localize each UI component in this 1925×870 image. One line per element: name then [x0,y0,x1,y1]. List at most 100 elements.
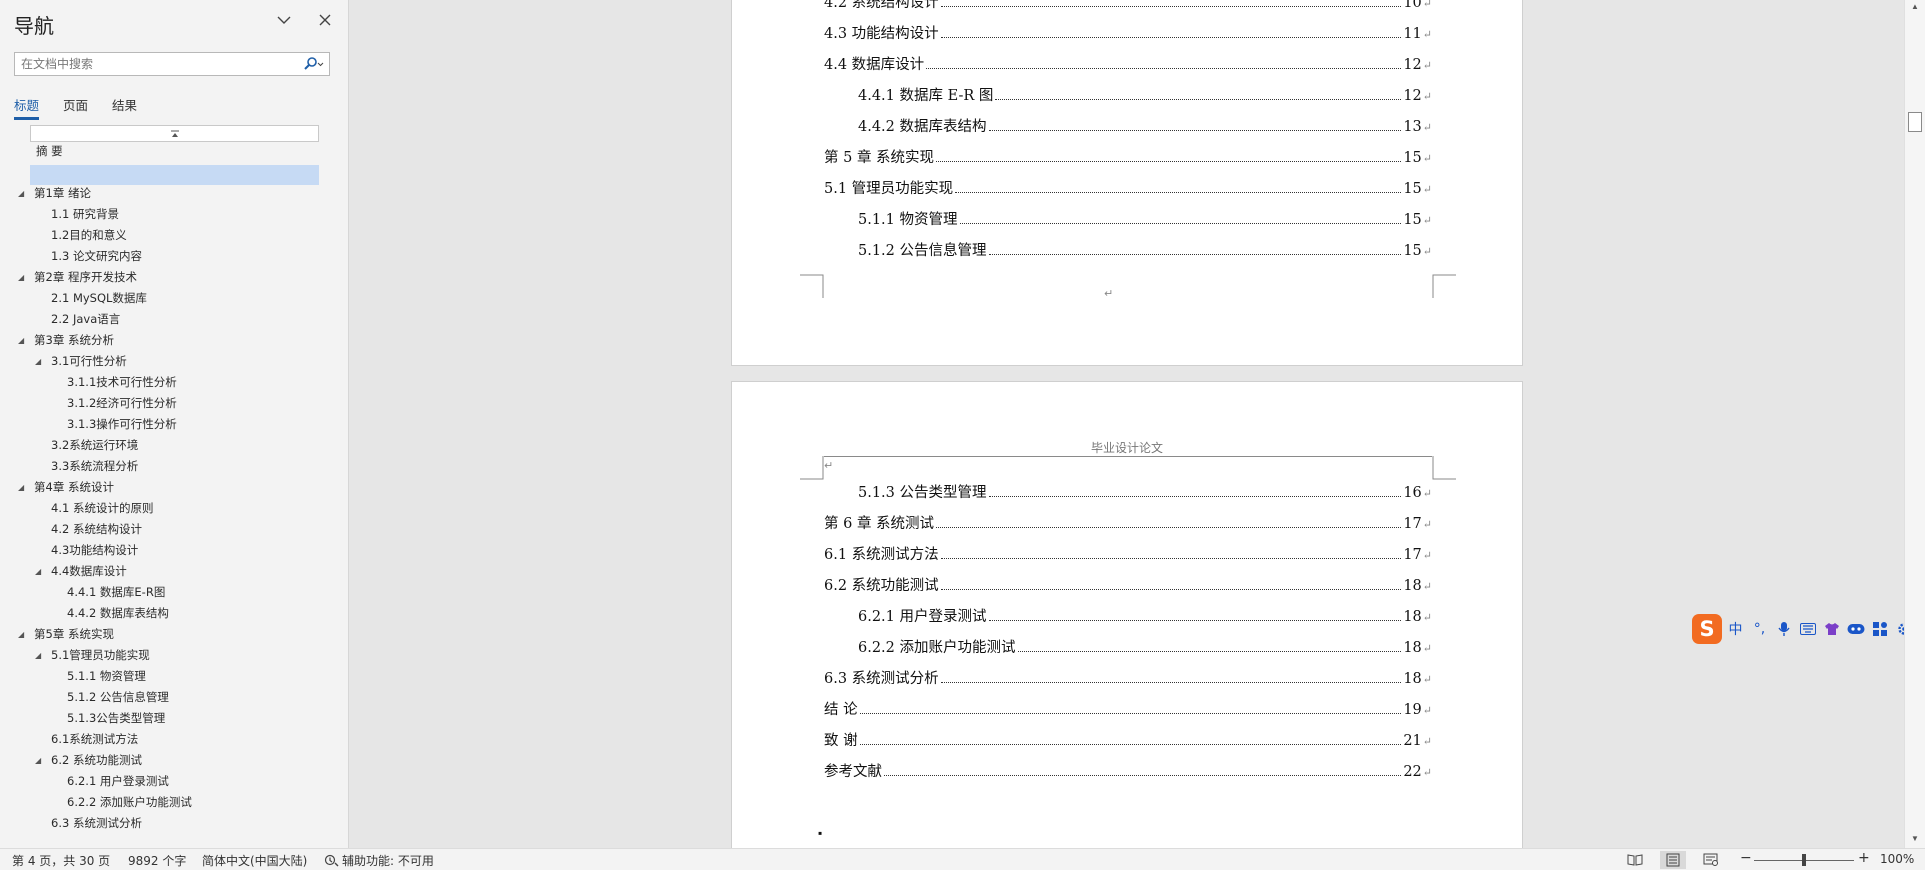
ime-punctuation[interactable]: °, [1749,618,1770,640]
expand-triangle-icon[interactable]: ◢ [18,273,28,282]
expand-triangle-icon[interactable]: ◢ [18,189,28,198]
search-input[interactable] [15,53,295,75]
collapse-up-icon [170,130,179,137]
scroll-up-icon[interactable]: ▲ [1911,2,1919,11]
toc-leader-dots [936,161,1402,162]
grid-icon[interactable] [1869,618,1890,640]
tree-item[interactable]: 4.2 系统结构设计 [0,519,348,539]
tree-item[interactable]: ◢ 第1章 绪论 [0,183,348,203]
tree-item[interactable]: 4.4.2 数据库表结构 [0,603,348,623]
paragraph-mark: ↵ [1422,152,1432,165]
expand-triangle-icon[interactable]: ◢ [18,483,28,492]
tree-item[interactable]: 摘 要 [0,141,348,161]
nav-search-box[interactable] [14,52,330,76]
toc-entry[interactable]: 4.3 功能结构设计 11 ↵ [824,22,1432,43]
shirt-icon[interactable] [1821,618,1842,640]
tree-item[interactable]: ◢ 第4章 系统设计 [0,477,348,497]
tree-item[interactable]: 2.2 Java语言 [0,309,348,329]
toc-entry[interactable]: 6.2.2 添加账户功能测试 18 ↵ [858,636,1432,657]
mic-icon[interactable] [1773,618,1794,640]
tree-item[interactable]: ◢ 6.2 系统功能测试 [0,750,348,770]
tree-item[interactable]: 1.3 论文研究内容 [0,246,348,266]
tab-pages[interactable]: 页面 [63,95,88,120]
print-layout-icon[interactable] [1660,851,1686,869]
toc-entry[interactable]: 5.1.2 公告信息管理 15 ↵ [858,239,1432,260]
chevron-down-icon[interactable] [273,9,295,31]
tree-item[interactable]: 6.2.2 添加账户功能测试 [0,792,348,812]
expand-triangle-icon[interactable]: ◢ [35,651,45,660]
tree-item-label: 4.4.2 数据库表结构 [67,606,169,620]
toc-entry-title: 6.2.1 用户登录测试 [858,609,987,625]
tree-item[interactable]: 5.1.1 物资管理 [0,666,348,686]
toc-entry[interactable]: 5.1 管理员功能实现 15 ↵ [824,177,1432,198]
word-count[interactable]: 9892 个字 [128,852,186,869]
vertical-scrollbar[interactable]: ▲ ▼ [1904,0,1925,848]
zoom-slider-thumb[interactable] [1802,854,1806,866]
tree-item[interactable]: 6.3 系统测试分析 [0,813,348,833]
expand-triangle-icon[interactable]: ◢ [35,567,45,576]
game-icon[interactable] [1845,618,1866,640]
tree-item[interactable]: 1.1 研究背景 [0,204,348,224]
tree-item-selected[interactable] [0,162,348,182]
tree-item[interactable]: ◢ 第2章 程序开发技术 [0,267,348,287]
toc-entry[interactable]: 4.4 数据库设计 12 ↵ [824,53,1432,74]
tree-item[interactable]: 6.2.1 用户登录测试 [0,771,348,791]
tree-item[interactable]: 4.1 系统设计的原则 [0,498,348,518]
tree-item[interactable]: 4.4.1 数据库E-R图 [0,582,348,602]
close-icon[interactable] [314,9,336,31]
expand-triangle-icon[interactable]: ◢ [35,756,45,765]
toc-entry[interactable]: 4.2 系统结构设计 10 ↵ [824,0,1432,12]
tree-item[interactable]: 5.1.2 公告信息管理 [0,687,348,707]
tree-item[interactable]: ◢ 3.1可行性分析 [0,351,348,371]
toc-entry[interactable]: 结 论 19 ↵ [824,698,1432,719]
toc-entry[interactable]: 6.3 系统测试分析 18 ↵ [824,667,1432,688]
tree-item[interactable]: 1.2目的和意义 [0,225,348,245]
toc-entry[interactable]: 5.1.1 物资管理 15 ↵ [858,208,1432,229]
search-icon[interactable] [299,55,325,73]
tree-item[interactable]: 5.1.3公告类型管理 [0,708,348,728]
tree-item-label: 1.2目的和意义 [51,228,127,242]
expand-triangle-icon[interactable]: ◢ [18,336,28,345]
expand-triangle-icon[interactable]: ◢ [35,357,45,366]
tree-item[interactable]: 3.3系统流程分析 [0,456,348,476]
ime-chinese-mode[interactable]: 中 [1725,618,1746,640]
toc-entry[interactable]: 致 谢 21 ↵ [824,729,1432,750]
zoom-in-button[interactable]: + [1858,850,1870,866]
accessibility-status[interactable]: 辅助功能: 不可用 [324,852,434,869]
tree-item[interactable]: 3.1.2经济可行性分析 [0,393,348,413]
collapse-all-bar[interactable] [30,125,319,142]
read-mode-icon[interactable] [1622,851,1648,869]
toc-entry[interactable]: 参考文献 22 ↵ [824,760,1432,781]
toc-entry[interactable]: 6.2.1 用户登录测试 18 ↵ [858,605,1432,626]
tree-item[interactable]: 6.1系统测试方法 [0,729,348,749]
expand-triangle-icon[interactable]: ◢ [18,630,28,639]
tree-item[interactable]: ◢ 第3章 系统分析 [0,330,348,350]
tree-item[interactable]: 3.1.3操作可行性分析 [0,414,348,434]
toc-entry[interactable]: 第 6 章 系统测试 17 ↵ [824,512,1432,533]
toc-entry[interactable]: 6.2 系统功能测试 18 ↵ [824,574,1432,595]
tree-item[interactable]: ◢ 5.1管理员功能实现 [0,645,348,665]
tree-item[interactable]: 3.1.1技术可行性分析 [0,372,348,392]
scroll-down-icon[interactable]: ▼ [1911,834,1919,843]
tree-item[interactable]: 3.2系统运行环境 [0,435,348,455]
scrollbar-thumb[interactable] [1908,112,1922,132]
keyboard-icon[interactable] [1797,618,1818,640]
tree-item[interactable]: 4.3功能结构设计 [0,540,348,560]
tab-results[interactable]: 结果 [112,95,137,120]
tab-headings[interactable]: 标题 [14,95,40,120]
toc-entry[interactable]: 第 5 章 系统实现 15 ↵ [824,146,1432,167]
web-layout-icon[interactable] [1698,851,1724,869]
zoom-out-button[interactable]: − [1740,850,1752,866]
page-count[interactable]: 第 4 页，共 30 页 [12,852,110,869]
tree-item[interactable]: ◢ 4.4数据库设计 [0,561,348,581]
toc-entry[interactable]: 4.4.2 数据库表结构 13 ↵ [858,115,1432,136]
tree-item[interactable]: 2.1 MySQL数据库 [0,288,348,308]
toc-entry[interactable]: 5.1.3 公告类型管理 16 ↵ [858,481,1432,502]
zoom-level[interactable]: 100% [1880,852,1914,866]
toc-entry[interactable]: 6.1 系统测试方法 17 ↵ [824,543,1432,564]
sogou-logo-icon[interactable]: S [1692,614,1722,644]
tree-item[interactable]: ◢ 第5章 系统实现 [0,624,348,644]
language-status[interactable]: 简体中文(中国大陆) [202,852,307,869]
toc-page-number: 10 [1403,0,1422,11]
toc-entry[interactable]: 4.4.1 数据库 E-R 图 12 ↵ [858,84,1432,105]
